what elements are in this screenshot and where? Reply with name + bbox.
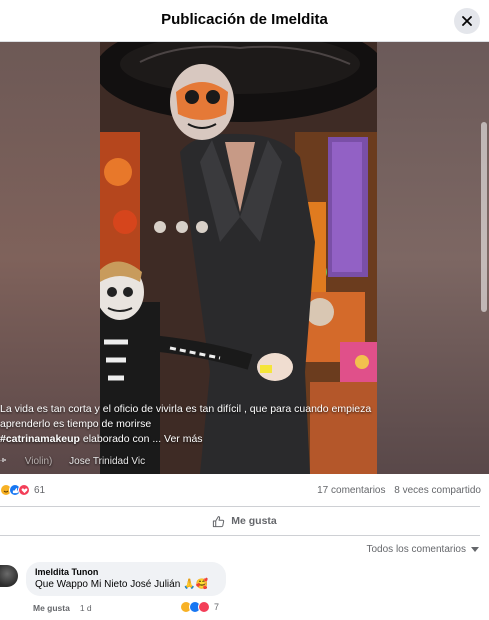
video-scrollbar[interactable] xyxy=(481,122,487,312)
stats-right: 17 comentarios 8 veces compartido xyxy=(317,485,481,496)
like-button[interactable]: Me gusta xyxy=(0,508,489,534)
thumbs-up-icon xyxy=(212,515,225,528)
caret-down-icon xyxy=(471,547,479,552)
comment-author[interactable]: Imeldita Tunon xyxy=(35,567,217,577)
shares-count-link[interactable]: 8 veces compartido xyxy=(394,485,481,496)
audio-wave-icon xyxy=(0,456,11,467)
divider-bottom xyxy=(0,535,480,536)
sort-label: Todos los comentarios xyxy=(366,544,467,555)
love-icon xyxy=(18,484,30,496)
audio-artist: Jose Trinidad Vic xyxy=(69,456,146,467)
comment-like-button[interactable]: Me gusta xyxy=(33,603,70,613)
comment-reaction-count: 7 xyxy=(214,602,220,612)
see-more-link[interactable]: Ver más xyxy=(164,433,203,445)
comment-text: Que Wappo Mi Nieto José Julián 🙏🥰 xyxy=(35,579,208,590)
divider-top xyxy=(0,506,480,507)
close-icon xyxy=(462,16,472,26)
comment-sort-dropdown[interactable]: Todos los comentarios xyxy=(366,544,479,555)
comment-bubble: Imeldita Tunon Que Wappo Mi Nieto José J… xyxy=(26,562,226,596)
comment-time[interactable]: 1 d xyxy=(80,603,92,613)
hashtag-link[interactable]: #catrinamakeup xyxy=(0,433,80,445)
video-blur-right xyxy=(377,42,489,474)
avatar[interactable] xyxy=(0,565,18,587)
dialog-title: Publicación de Imeldita xyxy=(161,11,328,28)
caption-line-1: La vida es tan corta y el oficio de vivi… xyxy=(0,403,372,415)
caption-line-3: #catrinamakeup elaborado con ... Ver más xyxy=(0,432,390,447)
audio-track: Violin) xyxy=(24,456,53,467)
reaction-count: 61 xyxy=(34,484,46,496)
comment-actions: Me gusta 1 d xyxy=(33,603,92,613)
post-caption: La vida es tan corta y el oficio de vivi… xyxy=(0,402,390,447)
post-stats: 61 17 comentarios 8 veces compartido xyxy=(0,480,489,502)
caption-line-2: aprenderlo es tiempo de morirse xyxy=(0,418,152,430)
comments-count-link[interactable]: 17 comentarios xyxy=(317,485,385,496)
dialog-header: Publicación de Imeldita xyxy=(0,0,489,42)
close-button[interactable] xyxy=(454,8,480,34)
love-icon xyxy=(198,601,210,613)
reactions-summary[interactable]: 61 xyxy=(0,484,45,496)
like-label: Me gusta xyxy=(231,515,277,527)
caption-tail: elaborado con ... xyxy=(79,433,165,445)
comment-reactions[interactable]: 7 xyxy=(180,601,219,613)
audio-attribution[interactable]: Violin) Jose Trinidad Vic xyxy=(0,456,145,467)
